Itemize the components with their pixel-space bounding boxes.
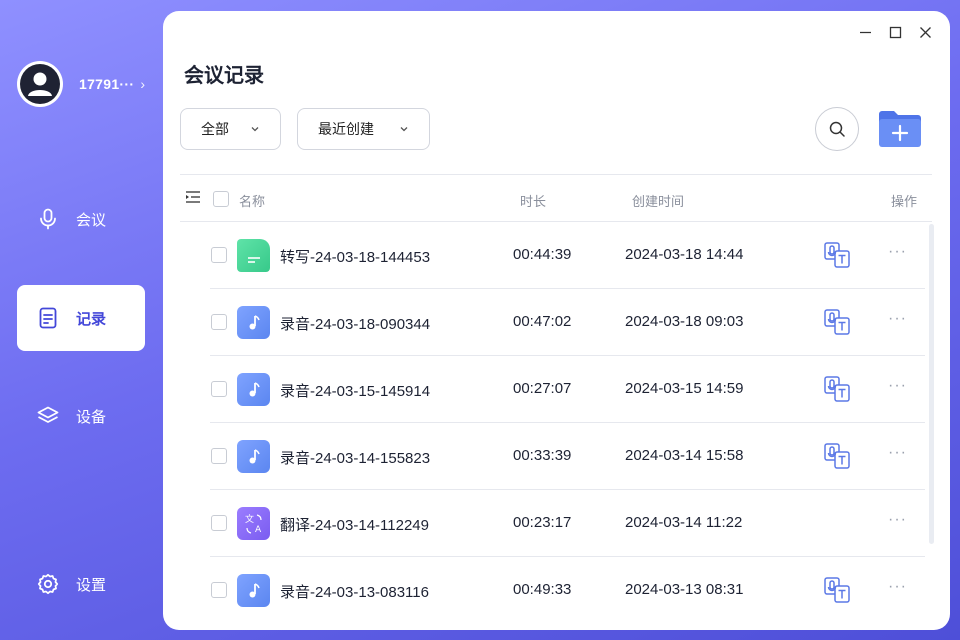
row-created: 2024-03-14 15:58 [625,447,744,464]
table-row[interactable]: 文 A 翻译-24-03-14-112249 00:23:17 2024-03-… [210,490,925,557]
more-options-button[interactable]: ··· [888,310,907,328]
chevron-down-icon [399,121,409,137]
maximize-icon[interactable] [888,25,902,39]
microphone-icon [37,208,59,230]
row-name[interactable]: 录音-24-03-14-155823 [280,447,430,468]
nav-item-records[interactable]: 记录 [17,285,145,351]
more-options-button[interactable]: ··· [888,243,907,261]
svg-text:文: 文 [245,513,254,525]
sidebar: 17791··· › 会议 记录 设备 设置 [0,0,162,640]
audio-file-icon [237,306,270,339]
main-panel: 会议记录 全部 最近创建 名称 时长 创建时间 操作 转写-24-03-18-1… [163,11,950,630]
nav-item-meeting[interactable]: 会议 [17,186,145,252]
table-row[interactable]: 录音-24-03-18-090344 00:47:02 2024-03-18 0… [210,289,925,356]
transcript-file-icon [237,239,270,272]
row-checkbox[interactable] [211,314,227,330]
row-checkbox[interactable] [211,247,227,263]
transcribe-icon[interactable] [823,241,851,269]
column-header-created: 创建时间 [632,194,685,209]
column-header-duration: 时长 [520,194,547,209]
nav-label-meeting: 会议 [76,211,107,229]
row-checkbox[interactable] [211,381,227,397]
column-header-actions: 操作 [891,194,918,209]
table-header: 名称 时长 创建时间 操作 [180,174,932,222]
type-filter-value: 全部 [201,121,229,137]
type-filter-dropdown[interactable]: 全部 [180,108,281,150]
nav-item-settings[interactable]: 设置 [17,551,145,617]
transcribe-icon[interactable] [823,576,851,604]
row-duration: 00:27:07 [513,380,572,397]
table-row[interactable]: 转写-24-03-18-144453 00:44:39 2024-03-18 1… [210,222,925,289]
transcribe-icon[interactable] [823,375,851,403]
more-options-button[interactable]: ··· [888,444,907,462]
more-options-button[interactable]: ··· [888,511,907,529]
table-row[interactable]: 录音-24-03-14-155823 00:33:39 2024-03-14 1… [210,423,925,490]
column-header-name: 名称 [239,194,266,209]
more-options-button[interactable]: ··· [888,578,907,596]
row-name[interactable]: 录音-24-03-15-145914 [280,380,430,401]
row-duration: 00:23:17 [513,514,572,531]
search-icon [829,121,845,137]
row-duration: 00:44:39 [513,246,572,263]
document-icon [37,307,59,329]
row-created: 2024-03-14 11:22 [625,514,743,531]
sort-value: 最近创建 [318,121,374,137]
close-icon[interactable] [918,25,932,39]
user-profile[interactable]: 17791··· › [17,61,145,107]
more-options-button[interactable]: ··· [888,377,907,395]
row-checkbox[interactable] [211,515,227,531]
row-checkbox[interactable] [211,448,227,464]
row-name[interactable]: 翻译-24-03-14-112249 [280,514,429,535]
table-row[interactable]: 录音-24-03-13-083116 00:49:33 2024-03-13 0… [210,557,925,624]
row-name[interactable]: 转写-24-03-18-144453 [280,246,430,267]
table-row[interactable]: 录音-24-03-15-145914 00:27:07 2024-03-15 1… [210,356,925,423]
sort-dropdown[interactable]: 最近创建 [297,108,430,150]
folder-add-icon [879,111,921,147]
row-created: 2024-03-18 09:03 [625,313,744,330]
scrollbar[interactable] [929,224,934,544]
row-duration: 00:49:33 [513,581,572,598]
row-checkbox[interactable] [211,582,227,598]
transcribe-icon[interactable] [823,308,851,336]
audio-file-icon [237,440,270,473]
audio-file-icon [237,373,270,406]
nav-label-records: 记录 [76,310,107,328]
row-created: 2024-03-15 14:59 [625,380,744,397]
chevron-down-icon [250,121,260,137]
row-duration: 00:47:02 [513,313,572,330]
user-name[interactable]: 17791··· [79,76,134,92]
search-button[interactable] [815,107,859,151]
row-created: 2024-03-18 14:44 [625,246,744,263]
user-icon [28,72,52,96]
nav-item-devices[interactable]: 设备 [17,383,145,449]
translate-file-icon: 文 A [237,507,270,540]
layers-icon [37,405,59,427]
select-all-checkbox[interactable] [213,191,229,207]
transcribe-icon[interactable] [823,442,851,470]
new-folder-button[interactable] [877,108,923,150]
row-duration: 00:33:39 [513,447,572,464]
nav-label-devices: 设备 [76,408,107,426]
svg-text:A: A [255,525,262,535]
row-name[interactable]: 录音-24-03-18-090344 [280,313,430,334]
chevron-right-icon[interactable]: › [140,76,145,92]
avatar[interactable] [17,61,63,107]
row-created: 2024-03-13 08:31 [625,581,744,598]
window-controls [858,25,932,39]
list-indent-icon[interactable] [185,190,201,207]
minimize-icon[interactable] [858,25,872,39]
nav-label-settings: 设置 [76,576,107,594]
gear-icon [37,573,59,595]
row-name[interactable]: 录音-24-03-13-083116 [280,581,429,602]
audio-file-icon [237,574,270,607]
page-title: 会议记录 [184,65,264,87]
